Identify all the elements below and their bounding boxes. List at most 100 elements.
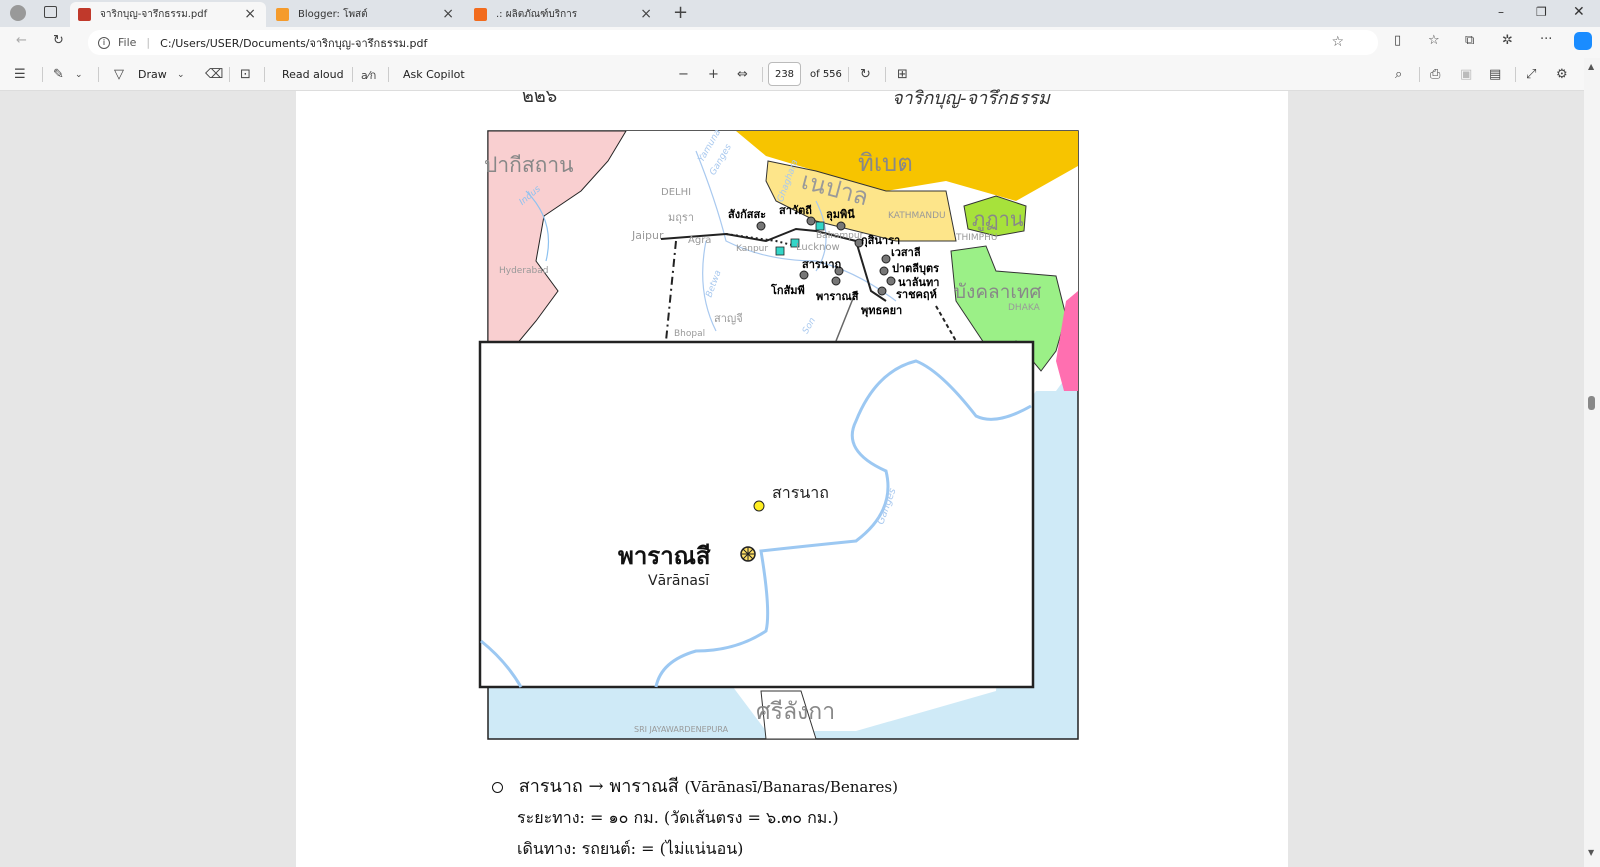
settings-icon[interactable]: ⚙ [1556,58,1568,91]
map-place-sri-jayawardenepura: SRI JAYAWARDENEPURA [634,725,729,734]
favorites-icon[interactable]: ☆ [1428,33,1440,48]
page-number-input[interactable]: 238 [768,62,801,86]
url-divider: | [146,36,151,49]
refresh-icon[interactable]: ↻ [53,33,64,48]
scroll-thumb[interactable] [1588,396,1595,410]
info-icon[interactable]: i [98,36,110,49]
map-place-kathmandu: KATHMANDU [888,211,946,221]
save-icon[interactable]: ▣ [1460,58,1472,91]
print-icon[interactable]: ⎙ [1430,58,1440,91]
scroll-up-icon[interactable]: ▲ [1588,62,1594,71]
more-icon[interactable]: ··· [1540,32,1552,47]
pdf-icon [78,8,91,21]
erase-icon[interactable]: ⌫ [205,58,223,91]
map-place-jaipur: Jaipur [632,229,664,242]
close-icon[interactable]: × [244,6,256,22]
chevron-down-icon[interactable]: ⌄ [75,58,83,91]
restore-icon[interactable]: ❐ [1536,5,1547,19]
draw-button[interactable]: Draw [138,58,167,91]
address-bar-row: ← ↻ i File | C:/Users/USER/Documents/จาร… [0,27,1600,58]
rotate-icon[interactable]: ↻ [860,58,871,91]
profile-icon[interactable] [10,5,26,21]
copilot-icon[interactable] [1574,32,1592,50]
ask-copilot-button[interactable]: Ask Copilot [403,58,465,91]
fit-page-icon[interactable]: ⇔ [737,58,748,91]
inset-label-varanasi-en: Vārānasī [648,573,710,589]
map-place-delhi: DELHI [661,187,692,198]
tab-blogger[interactable]: Blogger: โพสต์ × [268,2,464,27]
map-place-lucknow: Lucknow [796,242,840,253]
caption-line-3: เดินทาง: รถยนต์: = (ไม่แน่นอน) [517,839,744,858]
tab-title: .: ผลิตภัณฑ์บริการ [496,9,578,20]
page-total: of 556 [810,69,842,80]
caption-line-1: สารนาถ → พาราณสี (Vārānasī/Banaras/Benar… [492,771,1082,800]
chevron-down-icon[interactable]: ⌄ [177,58,185,91]
minimize-icon[interactable]: – [1498,5,1504,19]
tab-products[interactable]: .: ผลิตภัณฑ์บริการ × [466,2,662,27]
inset-label-varanasi: พาราณสี [618,542,711,570]
split-screen-icon[interactable]: ▯ [1394,33,1401,48]
zoom-in-icon[interactable]: + [708,58,719,91]
collections-icon[interactable]: ⧉ [1465,33,1474,48]
address-field[interactable]: i File | C:/Users/USER/Documents/จาริกบุ… [88,30,1378,55]
save-as-icon[interactable]: ▤ [1489,58,1501,91]
divider [1419,67,1420,82]
fullscreen-icon[interactable]: ⤢ [1526,58,1536,91]
divider [98,67,99,82]
caption: สารนาถ → พาราณสี (Vārānasī/Banaras/Benar… [492,771,1082,862]
divider [1515,67,1516,82]
map-label-bhutan: ภูฏาน [972,207,1024,231]
divider [885,67,886,82]
read-aloud-button[interactable]: Read aloud [282,58,344,91]
map-place-kosambi: โกสัมพี [771,284,805,297]
caption-route-en: (Vārānasī/Banaras/Benares) [684,778,898,796]
map-place-agra: Agra [688,235,712,246]
new-tab-icon[interactable]: + [673,2,688,23]
divider [762,67,763,82]
translate-icon[interactable]: a⁄ก [361,58,376,91]
tab-actions-icon[interactable] [44,6,57,18]
map-place-sankassa: สังกัสสะ [728,208,767,221]
extensions-icon[interactable]: ✲ [1502,33,1513,48]
divider [388,67,389,82]
highlight-icon[interactable]: ✎ [53,58,64,91]
tab-title: จาริกบุญ-จารึกธรรม.pdf [100,9,208,20]
map-place-sarnath: สารนาถ [802,258,842,271]
bullet-icon [492,781,503,793]
divider [229,67,230,82]
map-place-bodhgaya: พุทธคยา [861,304,903,317]
blogger-icon [276,8,289,21]
map-place-varanasi: พาราณสี [816,290,859,303]
favorite-star-icon[interactable]: ☆ [1331,34,1344,50]
map-place-dhaka: DHAKA [1008,303,1040,313]
map-place-sanchi: สาญจี [714,312,743,325]
pdf-toolbar: ☰ ✎ ⌄ ▽ Draw ⌄ ⌫ ⊡ Read aloud a⁄ก Ask Co… [0,58,1600,91]
map-place-hyderabad: Hyderabad [499,266,549,276]
divider [264,67,265,82]
blogger-icon [474,8,487,21]
pdf-page: ๒๒๖ จาริกบุญ-จารึกธรรม ปากีสถาน ทิเบต เน… [296,86,1288,867]
contents-icon[interactable]: ☰ [14,58,26,91]
map-place-balrampur: Balrampur [816,231,864,241]
divider [42,67,43,82]
text-box-icon[interactable]: ⊡ [240,58,251,91]
url-path: C:/Users/USER/Documents/จาริกบุญ-จารึกธร… [160,36,428,50]
caption-line-2: ระยะทาง: = ๑๐ กม. (วัดเส้นตรง = ๖.๓๐ กม.… [517,808,839,827]
vertical-scrollbar[interactable]: ▲ ▼ [1584,58,1600,867]
map-place-lumbini: ลุมพินี [826,208,855,221]
draw-icon[interactable]: ▽ [114,58,124,91]
close-icon[interactable]: × [640,6,652,22]
sarnath-marker [753,500,765,512]
close-window-icon[interactable]: ✕ [1573,4,1585,20]
search-icon[interactable]: ⌕ [1395,58,1402,91]
zoom-out-icon[interactable]: − [678,58,689,91]
inset-label-sarnath: สารนาถ [772,483,829,502]
tab-pdf[interactable]: จาริกบุญ-จารึกธรรม.pdf × [70,2,266,27]
url-scheme: File [118,36,137,49]
back-icon[interactable]: ← [16,33,27,48]
map-place-bhopal: Bhopal [674,329,706,339]
divider [352,67,353,82]
scroll-down-icon[interactable]: ▼ [1588,848,1594,857]
divider [848,67,849,82]
close-icon[interactable]: × [442,6,454,22]
